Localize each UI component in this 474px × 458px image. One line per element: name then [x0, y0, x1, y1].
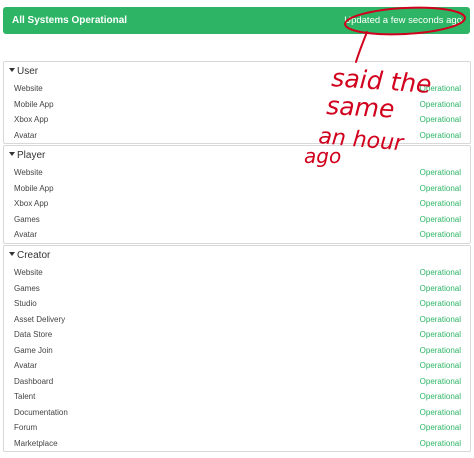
service-name: Xbox App — [14, 199, 49, 208]
service-name: Website — [14, 84, 43, 93]
caret-down-icon — [9, 68, 15, 72]
service-row: Xbox App Operational — [4, 196, 470, 212]
group-title: User — [17, 66, 39, 77]
service-row: Website Operational — [4, 81, 470, 97]
service-row: Studio Operational — [4, 296, 470, 312]
group-panel-user: User Website Operational Mobile App Operat… — [3, 61, 471, 144]
service-status: Operational — [419, 214, 461, 224]
service-name: Website — [14, 168, 43, 177]
service-row: Website Operational — [4, 265, 470, 281]
service-row: Data Store Operational — [4, 327, 470, 343]
service-name: Mobile App — [14, 99, 54, 109]
service-name: Website — [14, 268, 43, 277]
service-row: Marketplace Operational — [4, 436, 470, 452]
group-title: Player — [17, 150, 46, 161]
service-name: Data Store — [14, 330, 53, 339]
service-row: Avatar Operational — [4, 128, 470, 144]
service-name: Asset Delivery — [14, 314, 66, 324]
service-row: Talent Operational — [4, 389, 470, 405]
service-status: Operational — [419, 361, 461, 370]
service-row: Avatar Operational — [4, 358, 470, 374]
caret-down-icon — [9, 152, 15, 156]
service-row: Xbox App Operational — [4, 112, 470, 128]
service-name: Mobile App — [14, 183, 54, 193]
service-name: Dashboard — [14, 376, 54, 386]
service-name: Studio — [14, 299, 37, 308]
group-panel-creator: Creator Website Operational Games Operatio… — [3, 245, 471, 452]
service-status: Operational — [419, 299, 461, 308]
status-banner: All Systems Operational Updated a few se… — [3, 7, 470, 34]
service-status: Operational — [419, 314, 461, 324]
group-panel-player: Player Website Operational Mobile App Oper… — [3, 145, 471, 244]
service-status: Operational — [419, 423, 461, 432]
group-header-user[interactable]: User — [4, 62, 470, 81]
service-status: Operational — [419, 330, 461, 339]
service-name: Talent — [14, 392, 36, 401]
arrow-scribble — [355, 31, 368, 63]
service-status: Operational — [419, 130, 461, 140]
service-name: Marketplace — [14, 438, 58, 448]
overall-status-title: All Systems Operational — [12, 15, 128, 26]
service-status: Operational — [419, 438, 461, 448]
service-status: Operational — [419, 183, 461, 193]
service-name: Forum — [14, 423, 38, 432]
service-row: Avatar Operational — [4, 227, 470, 243]
service-row: Mobile App Operational — [4, 97, 470, 113]
service-name: Games — [14, 214, 40, 224]
service-name: Avatar — [14, 230, 37, 239]
service-row: Documentation Operational — [4, 405, 470, 421]
group-header-creator[interactable]: Creator — [4, 246, 470, 265]
service-name: Xbox App — [14, 115, 49, 124]
service-row: Mobile App Operational — [4, 181, 470, 197]
service-status: Operational — [419, 268, 461, 277]
group-header-player[interactable]: Player — [4, 146, 470, 165]
last-updated-text: Updated a few seconds ago — [344, 15, 462, 26]
service-row: Games Operational — [4, 281, 470, 297]
service-status: Operational — [419, 392, 461, 401]
group-title: Creator — [17, 250, 51, 261]
service-status: Operational — [419, 115, 461, 124]
service-status: Operational — [419, 230, 461, 239]
service-name: Documentation — [14, 407, 68, 417]
service-row: Website Operational — [4, 165, 470, 181]
service-row: Asset Delivery Operational — [4, 312, 470, 328]
service-status: Operational — [419, 199, 461, 208]
service-row: Games Operational — [4, 212, 470, 228]
service-row: Forum Operational — [4, 420, 470, 436]
service-status: Operational — [419, 376, 461, 386]
caret-down-icon — [9, 252, 15, 256]
service-name: Avatar — [14, 130, 37, 140]
service-status: Operational — [419, 168, 461, 177]
service-status: Operational — [419, 99, 461, 109]
service-row: Dashboard Operational — [4, 374, 470, 390]
service-row: Game Join Operational — [4, 343, 470, 359]
service-status: Operational — [419, 407, 461, 417]
service-status: Operational — [419, 84, 461, 93]
service-status: Operational — [419, 283, 461, 293]
service-name: Games — [14, 283, 40, 293]
service-name: Avatar — [14, 361, 37, 370]
service-status: Operational — [419, 345, 461, 355]
service-name: Game Join — [14, 345, 53, 355]
